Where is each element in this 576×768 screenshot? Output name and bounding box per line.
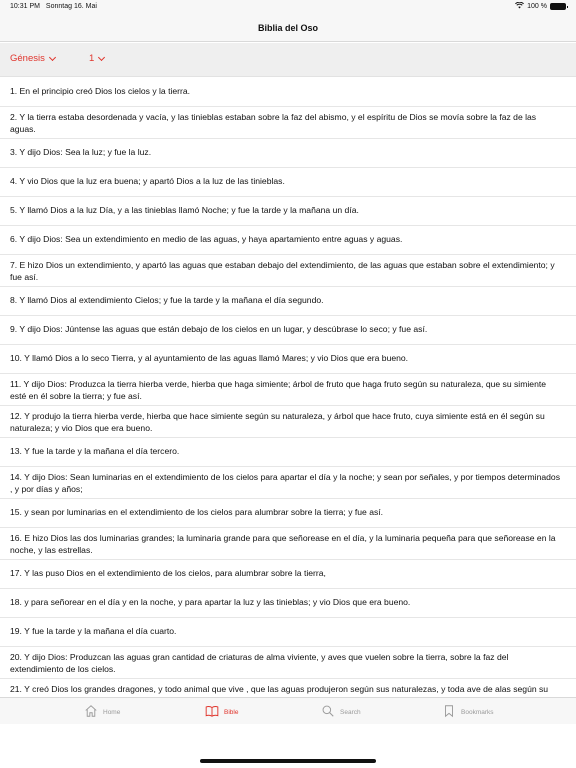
verse-row[interactable]: 13. Y fue la tarde y la mañana el día te…	[0, 438, 576, 467]
verse-list[interactable]: 1. En el principio creó Dios los cielos …	[0, 78, 576, 696]
home-indicator[interactable]	[200, 759, 376, 763]
tab-home[interactable]: Home	[84, 704, 120, 720]
status-time: 10:31 PM	[10, 3, 40, 10]
tab-search[interactable]: Search	[321, 704, 361, 720]
book-icon	[205, 704, 219, 720]
chapter-selector-bar: Génesis 1	[0, 43, 576, 77]
status-date: Sonntag 16. Mai	[45, 3, 97, 10]
status-datetime: 10:31 PM Sonntag 16. Mai	[10, 3, 101, 10]
tab-bible[interactable]: Bible	[205, 704, 238, 720]
page-title: Biblia del Oso	[257, 23, 318, 33]
status-indicators: 100 %	[515, 1, 568, 11]
tab-bookmarks[interactable]: Bookmarks	[442, 704, 494, 720]
verse-row[interactable]: 17. Y las puso Dios en el extendimiento …	[0, 560, 576, 589]
book-selector-label: Génesis	[10, 53, 45, 64]
tab-bible-label: Bible	[224, 708, 239, 716]
verse-row[interactable]: 11. Y dijo Dios: Produzca la tierra hier…	[0, 374, 576, 406]
chapter-number-selector[interactable]: 1	[89, 53, 106, 64]
navigation-bar: Biblia del Oso	[0, 14, 576, 42]
chevron-down-icon	[50, 57, 57, 61]
battery-fill	[551, 4, 565, 9]
battery-icon	[550, 3, 568, 10]
status-bar: 10:31 PM Sonntag 16. Mai 100 %	[0, 0, 576, 14]
verse-row[interactable]: 2. Y la tierra estaba desordenada y vací…	[0, 107, 576, 139]
home-icon	[84, 704, 98, 720]
verse-row[interactable]: 8. Y llamó Dios al extendimiento Cielos;…	[0, 287, 576, 316]
wifi-icon	[515, 1, 525, 11]
verse-row[interactable]: 19. Y fue la tarde y la mañana el día cu…	[0, 618, 576, 647]
verse-row[interactable]: 5. Y llamó Dios a la luz Día, y a las ti…	[0, 197, 576, 226]
battery-percent: 100 %	[527, 3, 547, 10]
book-selector[interactable]: Génesis	[10, 53, 57, 64]
verse-row[interactable]: 4. Y vio Dios que la luz era buena; y ap…	[0, 168, 576, 197]
verse-row[interactable]: 21. Y creó Dios los grandes dragones, y …	[0, 679, 576, 696]
verse-row[interactable]: 12. Y produjo la tierra hierba verde, hi…	[0, 406, 576, 438]
tab-search-label: Search	[340, 708, 361, 716]
tab-bar: Home Bible Search Bookmarks	[0, 697, 576, 724]
verse-row[interactable]: 15. y sean por luminarias en el extendim…	[0, 499, 576, 528]
verse-row[interactable]: 7. E hizo Dios un extendimiento, y apart…	[0, 255, 576, 287]
verse-row[interactable]: 1. En el principio creó Dios los cielos …	[0, 78, 576, 107]
verse-row[interactable]: 14. Y dijo Dios: Sean luminarias en el e…	[0, 467, 576, 499]
verse-row[interactable]: 16. E hizo Dios las dos luminarias grand…	[0, 528, 576, 560]
verse-row[interactable]: 6. Y dijo Dios: Sea un extendimiento en …	[0, 226, 576, 255]
verse-row[interactable]: 9. Y dijo Dios: Júntense las aguas que e…	[0, 316, 576, 345]
search-icon	[321, 704, 335, 720]
tab-home-label: Home	[103, 708, 121, 716]
tab-bookmarks-label: Bookmarks	[461, 708, 494, 716]
chevron-down-icon	[99, 57, 106, 61]
verse-row[interactable]: 20. Y dijo Dios: Produzcan las aguas gra…	[0, 647, 576, 679]
verse-row[interactable]: 18. y para señorear en el día y en la no…	[0, 589, 576, 618]
bookmark-icon	[442, 704, 456, 720]
chapter-selector-label: 1	[89, 53, 95, 64]
verse-row[interactable]: 3. Y dijo Dios: Sea la luz; y fue la luz…	[0, 139, 576, 168]
verse-row[interactable]: 10. Y llamó Dios a lo seco Tierra, y al …	[0, 345, 576, 374]
